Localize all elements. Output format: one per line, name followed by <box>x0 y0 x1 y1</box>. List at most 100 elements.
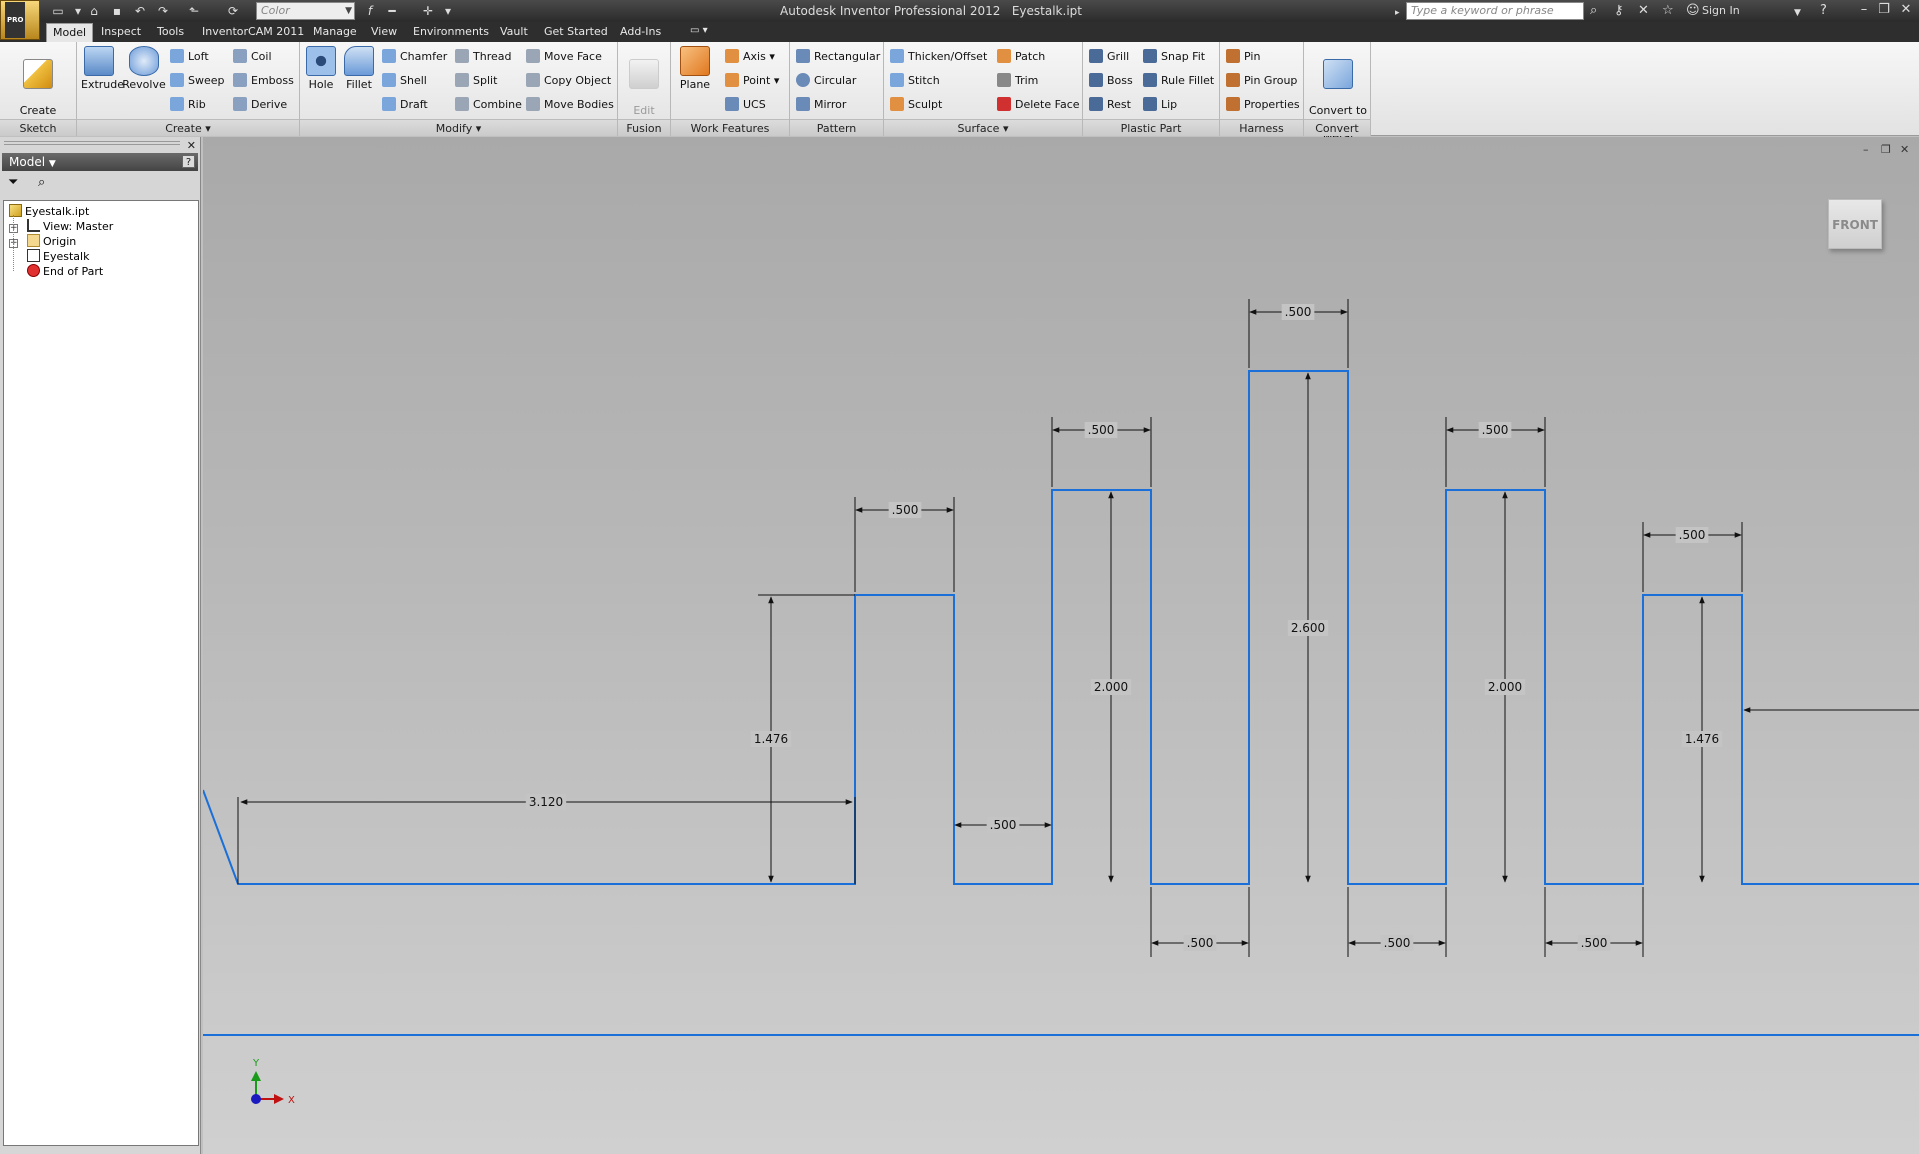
search-expand-icon[interactable]: ▸ <box>1395 5 1400 21</box>
tab-model[interactable]: Model <box>46 23 94 42</box>
tab-manage[interactable]: Manage <box>313 25 357 38</box>
chevron-down-icon[interactable]: ▼ <box>1794 5 1801 21</box>
ucs-button[interactable]: UCS <box>725 97 766 113</box>
new-dropdown-icon[interactable]: ▾ <box>70 3 86 19</box>
new-file-icon[interactable]: ▭ <box>50 3 66 19</box>
undo-icon[interactable]: ↶ <box>132 3 148 19</box>
tab-get-started[interactable]: Get Started <box>544 25 608 38</box>
tab-vault[interactable]: Vault <box>500 25 528 38</box>
coil-button[interactable]: Coil <box>233 49 272 65</box>
dimension-value-2000-right[interactable]: 2.000 <box>1488 680 1522 694</box>
close-window-icon[interactable]: ✕ <box>1898 2 1914 17</box>
move-face-button[interactable]: Move Face <box>526 49 602 65</box>
parameters-fx-icon[interactable]: f <box>362 3 378 19</box>
stitch-button[interactable]: Stitch <box>890 73 940 89</box>
dimension-value-gap3[interactable]: .500 <box>1384 936 1411 950</box>
delete-face-button[interactable]: Delete Face <box>997 97 1080 113</box>
rib-button[interactable]: Rib <box>170 97 206 113</box>
chamfer-button[interactable]: Chamfer <box>382 49 447 65</box>
dimension-value-gap1[interactable]: .500 <box>990 818 1017 832</box>
return-icon[interactable]: ⬑ <box>186 3 202 19</box>
patch-button[interactable]: Patch <box>997 49 1045 65</box>
mirror-button[interactable]: Mirror <box>796 97 846 113</box>
derive-button[interactable]: Derive <box>233 97 287 113</box>
sweep-button[interactable]: Sweep <box>170 73 225 89</box>
color-combo[interactable]: Color ▼ <box>256 2 355 20</box>
boss-button[interactable]: Boss <box>1089 73 1133 89</box>
help-icon[interactable]: ? <box>182 155 195 168</box>
copy-object-button[interactable]: Copy Object <box>526 73 611 89</box>
tab-environments[interactable]: Environments <box>413 25 489 38</box>
loft-button[interactable]: Loft <box>170 49 209 65</box>
measure-icon[interactable]: ━ <box>384 3 400 19</box>
dimension-value-w2[interactable]: .500 <box>1088 423 1115 437</box>
tree-node-part[interactable]: Eyestalk.ipt <box>9 204 89 220</box>
dimension-value-gap4[interactable]: .500 <box>1581 936 1608 950</box>
emboss-button[interactable]: Emboss <box>233 73 294 89</box>
tree-node-sketch[interactable]: Eyestalk <box>27 249 89 265</box>
create-2d-sketch-button[interactable]: Create 2D Sketch <box>8 46 68 130</box>
dimension-value-3120[interactable]: 3.120 <box>529 795 563 809</box>
draft-button[interactable]: Draft <box>382 97 428 113</box>
tab-view[interactable]: View <box>371 25 397 38</box>
graphics-window[interactable]: – ❐ ✕ FRONT 3.120 1.476 .500 .500 .500 2… <box>203 137 1919 1154</box>
thread-button[interactable]: Thread <box>455 49 511 65</box>
pin-button[interactable]: Pin <box>1226 49 1260 65</box>
sculpt-button[interactable]: Sculpt <box>890 97 942 113</box>
tab-inspect[interactable]: Inspect <box>101 25 141 38</box>
search-input[interactable]: Type a keyword or phrase <box>1406 2 1584 20</box>
rectangular-pattern-button[interactable]: Rectangular <box>796 49 880 65</box>
rule-fillet-button[interactable]: Rule Fillet <box>1143 73 1214 89</box>
grill-button[interactable]: Grill <box>1089 49 1129 65</box>
panel-title-surface[interactable]: Surface ▾ <box>884 119 1082 136</box>
dimension-value-gap2[interactable]: .500 <box>1187 936 1214 950</box>
restore-window-icon[interactable]: ❐ <box>1876 2 1892 17</box>
point-button[interactable]: Point ▾ <box>725 73 779 89</box>
help-icon[interactable]: ? <box>1820 3 1827 19</box>
tree-node-origin[interactable]: Origin <box>27 234 76 250</box>
filter-icon[interactable]: ⏷ <box>8 175 18 190</box>
user-icon[interactable]: ☺ <box>1686 3 1700 19</box>
move-bodies-button[interactable]: Move Bodies <box>526 97 614 113</box>
sketch-canvas[interactable]: 3.120 1.476 .500 .500 .500 2.000 .500 .5… <box>203 137 1919 1154</box>
shell-button[interactable]: Shell <box>382 73 427 89</box>
hole-button[interactable]: Hole <box>305 46 337 91</box>
tab-inventorcam[interactable]: InventorCAM 2011 <box>202 25 304 38</box>
binoculars-icon[interactable]: ⌕ <box>1590 3 1597 19</box>
redo-icon[interactable]: ↷ <box>155 3 171 19</box>
dimension-value-2600[interactable]: 2.600 <box>1291 621 1325 635</box>
circular-pattern-button[interactable]: Circular <box>796 73 856 89</box>
application-menu-button[interactable]: IPRO <box>0 0 40 40</box>
axis-button[interactable]: Axis ▾ <box>725 49 775 65</box>
tree-node-view[interactable]: View: Master <box>27 219 113 235</box>
plane-button[interactable]: Plane <box>677 46 713 91</box>
dimension-value-w5[interactable]: .500 <box>1679 528 1706 542</box>
panel-title-modify[interactable]: Modify ▾ <box>300 119 617 136</box>
edit-form-button[interactable]: Edit Form <box>624 46 664 130</box>
browser-header[interactable]: Model ▼? <box>2 153 198 171</box>
extrude-button[interactable]: Extrude <box>81 46 124 91</box>
save-icon[interactable]: ▪ <box>109 3 125 19</box>
favorites-star-icon[interactable]: ☆ <box>1662 3 1674 19</box>
minimize-window-icon[interactable]: – <box>1856 2 1872 17</box>
combine-button[interactable]: Combine <box>455 97 522 113</box>
customize-qat-icon[interactable]: ▾ <box>440 3 456 19</box>
dimension-value-w4[interactable]: .500 <box>1482 423 1509 437</box>
tab-tools[interactable]: Tools <box>157 25 184 38</box>
snap-fit-button[interactable]: Snap Fit <box>1143 49 1205 65</box>
trim-button[interactable]: Trim <box>997 73 1038 89</box>
properties-button[interactable]: Properties <box>1226 97 1300 113</box>
open-file-icon[interactable]: ⌂ <box>86 3 102 19</box>
dimension-value-2000-left[interactable]: 2.000 <box>1094 680 1128 694</box>
dimension-value-w3[interactable]: .500 <box>1285 305 1312 319</box>
sketch-profile[interactable] <box>203 370 1919 885</box>
communication-icon[interactable]: ✕ <box>1638 3 1649 19</box>
sign-in-link[interactable]: Sign In <box>1702 4 1740 17</box>
dimension-value-w1[interactable]: .500 <box>892 503 919 517</box>
dimension-value-1476-left[interactable]: 1.476 <box>754 732 788 746</box>
tab-add-ins[interactable]: Add-Ins <box>620 25 661 38</box>
rest-button[interactable]: Rest <box>1089 97 1131 113</box>
browser-grip[interactable] <box>4 141 180 145</box>
subscription-icon[interactable]: ⚷ <box>1614 3 1624 19</box>
lip-button[interactable]: Lip <box>1143 97 1177 113</box>
